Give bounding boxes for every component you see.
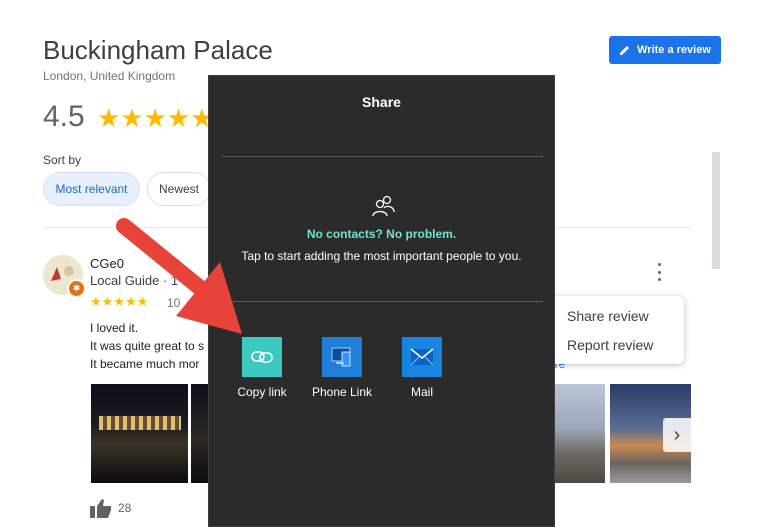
annotation-arrow-icon: [116, 218, 242, 334]
